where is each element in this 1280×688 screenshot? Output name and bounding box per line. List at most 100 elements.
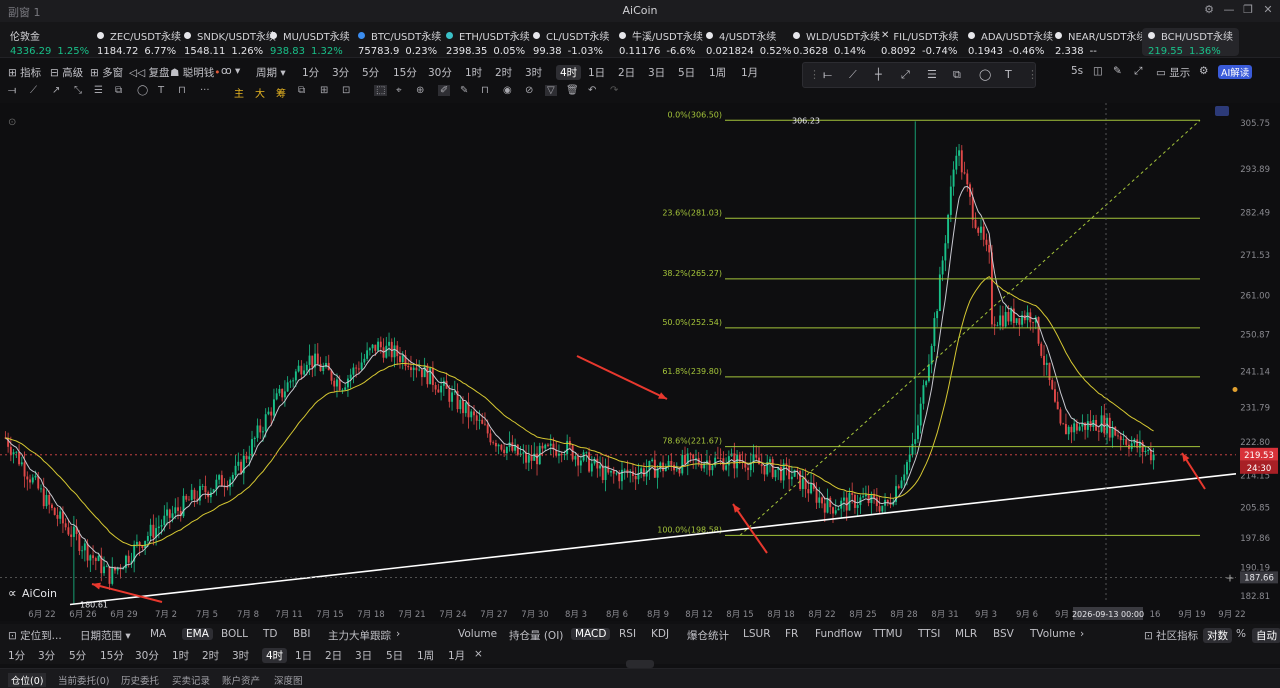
candle-body[interactable] xyxy=(747,467,749,471)
sub-indicator[interactable]: FR xyxy=(785,628,798,640)
interval-2[interactable]: 5分 xyxy=(362,65,379,80)
candle-body[interactable] xyxy=(240,461,243,474)
chart-canvas[interactable]: 0.0%(306.50) 23.6%(281.03) 38.2%(265.27) 50… xyxy=(0,103,1280,621)
candle-body[interactable] xyxy=(903,474,906,481)
candle-body[interactable] xyxy=(818,497,821,503)
candle-body[interactable] xyxy=(621,469,623,482)
candle-body[interactable] xyxy=(1037,317,1040,344)
candle-body[interactable] xyxy=(1147,449,1150,451)
candle-body[interactable] xyxy=(423,365,426,378)
remove-icon[interactable]: ✕ xyxy=(881,30,889,41)
candle-body[interactable] xyxy=(316,353,319,364)
candle-body[interactable] xyxy=(475,415,478,421)
candle-body[interactable] xyxy=(92,555,95,559)
candle-body[interactable] xyxy=(1043,355,1045,365)
candle-body[interactable] xyxy=(1073,423,1076,433)
ticker-item[interactable]: ADA/USDT永续 0.1943 -0.46% xyxy=(968,28,1053,57)
candle-body[interactable] xyxy=(127,555,130,563)
settings-icon[interactable]: ⚙ xyxy=(1202,3,1216,17)
copy-icon[interactable]: ⧉ xyxy=(298,85,305,96)
more-tools-icon[interactable]: ··· xyxy=(200,85,210,96)
drag-handle-right-icon[interactable]: ⋮ xyxy=(1027,68,1038,81)
candle-body[interactable] xyxy=(925,381,928,386)
candle-body[interactable] xyxy=(801,478,804,490)
candle-body[interactable] xyxy=(407,365,410,368)
candle-body[interactable] xyxy=(933,318,936,347)
candle-body[interactable] xyxy=(511,442,514,451)
candle-body[interactable] xyxy=(412,367,415,371)
candle-body[interactable] xyxy=(996,325,999,327)
fullscreen-icon[interactable]: ⤢ xyxy=(1134,65,1142,78)
candle-body[interactable] xyxy=(442,380,445,386)
sub-indicator[interactable]: MACD xyxy=(571,628,611,640)
candle-body[interactable] xyxy=(464,402,467,414)
candle-body[interactable] xyxy=(557,453,560,456)
candle-body[interactable] xyxy=(357,368,360,370)
candle-body[interactable] xyxy=(916,425,919,440)
ticker-item[interactable]: CL/USDT永续 99.38 -1.03% xyxy=(533,28,609,57)
candle-body[interactable] xyxy=(958,150,961,156)
candle-body[interactable] xyxy=(166,509,169,516)
ticker-item[interactable]: ✕ FIL/USDT永续 0.8092 -0.74% xyxy=(881,28,959,57)
candle-body[interactable] xyxy=(834,510,837,514)
channel-tool-icon[interactable]: ☰ xyxy=(94,85,103,96)
trend-line-icon[interactable]: ⟋ xyxy=(849,68,857,82)
candle-body[interactable] xyxy=(352,367,355,375)
candle-body[interactable] xyxy=(634,476,637,480)
candle-body[interactable] xyxy=(1004,311,1007,327)
candle-body[interactable] xyxy=(440,385,443,393)
candle-body[interactable] xyxy=(366,350,369,359)
candle-body[interactable] xyxy=(988,244,991,253)
rectangle-tool-icon[interactable]: ⧉ xyxy=(953,68,961,82)
candle-body[interactable] xyxy=(152,524,155,538)
trash-icon[interactable]: 🗑 xyxy=(566,85,579,96)
trade-tab[interactable]: 账户资产 xyxy=(222,673,260,687)
candle-body[interactable] xyxy=(821,497,823,504)
candle-body[interactable] xyxy=(281,388,284,398)
interval-9[interactable]: 1日 xyxy=(588,65,605,80)
interval-0[interactable]: 1分 xyxy=(302,65,319,80)
candle-body[interactable] xyxy=(292,380,295,382)
bottom-interval[interactable]: 15分 xyxy=(100,648,124,663)
main-indicator[interactable]: MA xyxy=(150,628,166,640)
candle-body[interactable] xyxy=(993,324,996,326)
candle-body[interactable] xyxy=(45,494,48,507)
alert-marker[interactable] xyxy=(1232,387,1238,393)
main-more-icon[interactable]: › xyxy=(396,628,400,640)
candle-body[interactable] xyxy=(344,387,347,390)
candle-body[interactable] xyxy=(588,452,591,472)
trade-tab[interactable]: 当前委托(0) xyxy=(58,673,109,687)
candle-body[interactable] xyxy=(900,480,903,489)
candle-body[interactable] xyxy=(308,355,311,365)
candle-body[interactable] xyxy=(270,411,273,416)
smart-money-button[interactable]: ☗ 聪明钱• xyxy=(170,65,220,80)
bottom-interval[interactable]: 5分 xyxy=(69,648,86,663)
candle-body[interactable] xyxy=(516,444,519,455)
candle-body[interactable] xyxy=(977,227,980,233)
ellipse-tool-icon[interactable]: ◯ xyxy=(979,68,991,81)
community-indicators-button[interactable]: ⊡ 社区指标 xyxy=(1144,628,1198,643)
candle-body[interactable] xyxy=(333,380,336,387)
candle-body[interactable] xyxy=(875,497,878,507)
candle-body[interactable] xyxy=(788,465,791,480)
candle-body[interactable] xyxy=(1067,426,1070,435)
candle-body[interactable] xyxy=(1007,311,1010,322)
candle-body[interactable] xyxy=(20,462,23,465)
candle-body[interactable] xyxy=(1122,439,1125,441)
ai-badge-icon[interactable] xyxy=(1215,106,1229,116)
line-tool-icon[interactable]: ⟞ xyxy=(8,85,16,96)
candle-body[interactable] xyxy=(267,411,270,415)
candle-body[interactable] xyxy=(305,364,308,371)
trade-tab[interactable]: 历史委托 xyxy=(121,673,159,687)
candle-body[interactable] xyxy=(947,214,950,244)
candle-body[interactable] xyxy=(796,469,799,471)
candle-body[interactable] xyxy=(160,525,163,527)
candle-body[interactable] xyxy=(1084,422,1087,430)
interval-7[interactable]: 3时 xyxy=(525,65,542,80)
candle-body[interactable] xyxy=(229,479,232,488)
candle-body[interactable] xyxy=(938,274,941,312)
candle-body[interactable] xyxy=(294,371,297,381)
edit-icon[interactable]: ✎ xyxy=(1113,65,1122,77)
big-chip[interactable]: 大 xyxy=(255,85,265,100)
candle-body[interactable] xyxy=(678,469,681,474)
